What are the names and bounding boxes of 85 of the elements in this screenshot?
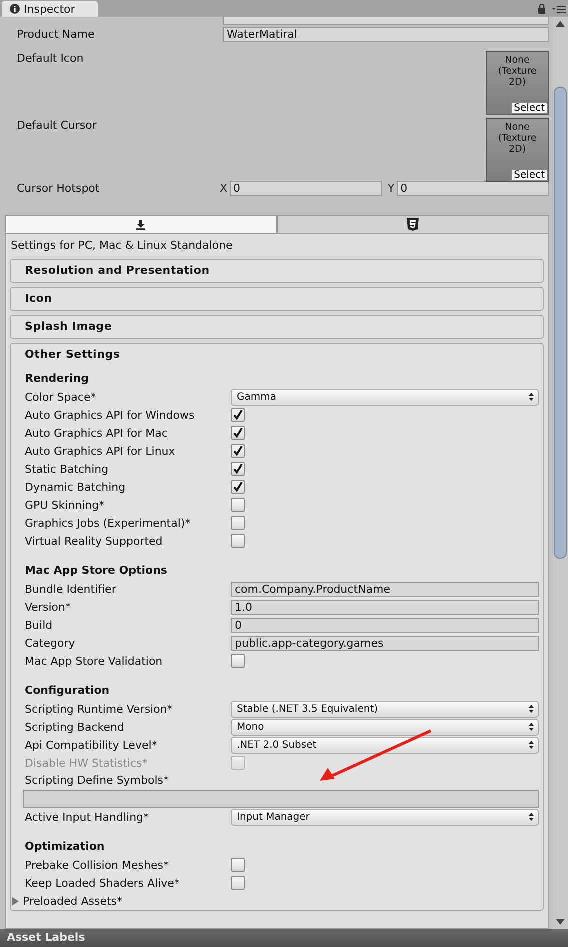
settings-title: Settings for PC, Mac & Linux Standalone [10, 239, 234, 254]
texture-slot[interactable]: None (Texture 2D) Select [486, 118, 549, 182]
field-label: Keep Loaded Shaders Alive* [25, 876, 181, 890]
field-label: Auto Graphics API for Mac [25, 426, 169, 440]
foldout-header[interactable]: Resolution and Presentation [11, 260, 543, 282]
updown-icon [529, 813, 534, 821]
number-field[interactable]: 0 [396, 180, 549, 196]
checkbox[interactable] [231, 444, 245, 458]
field-label: Scripting Backend [25, 720, 126, 734]
field-label: Product Name [17, 28, 96, 40]
checkbox[interactable] [231, 654, 245, 668]
text-field[interactable] [23, 790, 539, 808]
section-heading: Mac App Store Options [25, 563, 168, 579]
checkbox[interactable] [231, 480, 245, 494]
texture-value: None (Texture 2D) [497, 54, 538, 88]
field-label: Mac App Store Validation [25, 654, 164, 668]
section-heading: Optimization [25, 839, 106, 855]
updown-icon [529, 705, 534, 713]
checkbox[interactable] [231, 858, 245, 872]
section-heading: Rendering [25, 371, 90, 387]
field-label: Category [25, 636, 76, 650]
field-label: Default Icon [17, 52, 85, 65]
field-label: Auto Graphics API for Linux [25, 444, 176, 458]
checkbox[interactable] [231, 876, 245, 890]
texture-slot[interactable]: None (Texture 2D) Select [486, 51, 549, 115]
field-label: Disable HW Statistics* [25, 756, 149, 770]
field-label: Version* [25, 600, 72, 614]
field-label: Virtual Reality Supported [25, 534, 164, 548]
download-icon [136, 220, 146, 230]
text-field[interactable]: public.app-category.games [231, 636, 539, 650]
field-label: Bundle Identifier [25, 582, 118, 596]
updown-icon [529, 393, 534, 401]
field-label: Build [25, 618, 54, 632]
axis-label: X [220, 182, 228, 194]
scroll-up-icon[interactable] [556, 21, 565, 27]
field-label: GPU Skinning* [25, 498, 106, 512]
scrollbar-thumb[interactable] [554, 87, 567, 559]
text-field[interactable]: com.Company.ProductName [231, 582, 539, 596]
field-label: Color Space* [25, 390, 98, 404]
checkbox[interactable] [231, 498, 245, 512]
updown-icon [529, 723, 534, 731]
dropdown[interactable]: Stable (.NET 3.5 Equivalent) [231, 700, 539, 718]
text-field[interactable]: 1.0 [231, 600, 539, 614]
text-field[interactable] [223, 17, 549, 25]
texture-value: None (Texture 2D) [497, 121, 538, 155]
scroll-down-icon[interactable] [556, 919, 565, 925]
select-button[interactable]: Select [511, 169, 548, 181]
foldout-header[interactable]: Splash Image [11, 316, 543, 338]
checkbox[interactable] [231, 426, 245, 440]
menu-icon[interactable] [552, 4, 566, 14]
updown-icon [529, 741, 534, 749]
field-label: Graphics Jobs (Experimental)* [25, 516, 192, 530]
field-label: Api Compatibility Level* [25, 738, 158, 752]
field-label: Dynamic Batching [25, 480, 127, 494]
checkbox[interactable] [231, 516, 245, 530]
dropdown[interactable]: Mono [231, 718, 539, 736]
asset-labels-bar[interactable]: Asset Labels [0, 929, 568, 947]
field-label: Static Batching [25, 462, 110, 476]
field-label: Cursor Hotspot [17, 182, 101, 194]
dropdown[interactable]: Gamma [231, 388, 539, 406]
field-label: Auto Graphics API for Windows [25, 408, 196, 422]
info-icon [10, 4, 20, 14]
text-field[interactable]: 0 [231, 618, 539, 632]
foldout-header[interactable]: Other Settings [11, 344, 543, 366]
dropdown[interactable]: Input Manager [231, 808, 539, 826]
select-button[interactable]: Select [511, 102, 548, 114]
field-label: Active Input Handling* [25, 810, 150, 824]
checkbox[interactable] [231, 408, 245, 422]
axis-label: Y [388, 182, 395, 194]
checkbox[interactable] [231, 534, 245, 548]
platform-tab[interactable] [277, 215, 549, 233]
text-field[interactable]: WaterMatiral [223, 26, 549, 42]
html5-icon [407, 218, 419, 231]
number-field[interactable]: 0 [230, 180, 382, 196]
lock-icon[interactable] [538, 4, 546, 14]
platform-tab[interactable] [5, 215, 277, 233]
inspector-tab[interactable]: Inspector [2, 1, 98, 17]
checkbox[interactable] [231, 462, 245, 476]
field-label: Prebake Collision Meshes* [25, 858, 170, 872]
field-label: Scripting Runtime Version* [25, 702, 174, 716]
dropdown[interactable]: .NET 2.0 Subset [231, 736, 539, 754]
section-heading: Configuration [25, 683, 111, 699]
field-label: Scripting Define Symbols* [25, 773, 170, 789]
field-label: Default Cursor [17, 119, 98, 132]
foldout-header[interactable]: Icon [11, 288, 543, 310]
